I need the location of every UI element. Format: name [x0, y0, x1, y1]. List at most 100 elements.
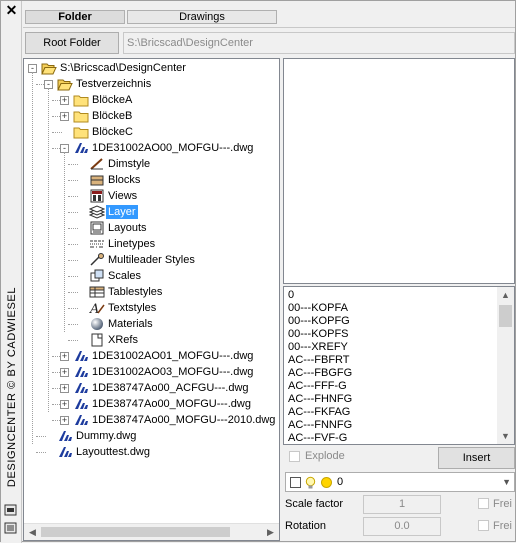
tree-node[interactable]: Scales [24, 268, 279, 284]
tree-node[interactable]: Dummy.dwg [24, 428, 279, 444]
tree-node-label[interactable]: BlöckeB [90, 109, 134, 123]
tree-node[interactable]: +1DE38747Ao00_ACFGU---.dwg [24, 380, 279, 396]
scroll-right-icon[interactable]: ▶ [262, 524, 279, 540]
tree-node[interactable]: Blocks [24, 172, 279, 188]
scroll-thumb[interactable] [499, 305, 512, 327]
expand-icon[interactable]: + [60, 368, 69, 377]
list-item[interactable]: AC---FFF-G [288, 380, 347, 393]
expand-icon[interactable]: + [60, 384, 69, 393]
list-item[interactable]: 00---KOPFA [288, 302, 348, 315]
tree-node[interactable]: Views [24, 188, 279, 204]
close-icon[interactable]: ✕ [4, 3, 19, 18]
folder-tree[interactable]: - S:\Bricscad\DesignCenter - Testverzeichni… [23, 58, 280, 541]
tree-node-label[interactable]: BlöckeA [90, 93, 134, 107]
tree-node-label[interactable]: 1DE31002AO01_MOFGU---.dwg [90, 349, 255, 363]
tree-node[interactable]: XRefs [24, 332, 279, 348]
tree-node-label[interactable]: Dummy.dwg [74, 429, 138, 443]
list-item[interactable]: 0 [288, 289, 294, 302]
tree-node[interactable]: - S:\Bricscad\DesignCenter [24, 60, 279, 76]
rotation-free-checkbox[interactable] [478, 520, 489, 531]
tree-node-label[interactable]: Linetypes [106, 237, 157, 251]
tree-node[interactable]: +1DE38747Ao00_MOFGU---2010.dwg [24, 412, 279, 428]
expand-icon[interactable]: + [60, 400, 69, 409]
tree-node[interactable]: - Testverzeichnis [24, 76, 279, 92]
tree-node-label[interactable]: S:\Bricscad\DesignCenter [58, 61, 188, 75]
root-folder-button[interactable]: Root Folder [25, 32, 119, 54]
tree-node-label[interactable]: Blocks [106, 173, 142, 187]
expand-icon[interactable]: + [60, 352, 69, 361]
tree-node-label[interactable]: Tablestyles [106, 285, 164, 299]
expand-icon[interactable]: + [60, 96, 69, 105]
list-item[interactable]: 00---XREFY [288, 341, 348, 354]
tree-node[interactable]: Layer [24, 204, 279, 220]
tree-node[interactable]: Linetypes [24, 236, 279, 252]
expand-icon[interactable]: + [60, 416, 69, 425]
layer-list[interactable]: 0 00---KOPFA 00---KOPFG 00---KOPFS 00---XREF… [283, 286, 515, 445]
insert-button[interactable]: Insert [438, 447, 515, 469]
tree-node[interactable]: +1DE38747Ao00_MOFGU---.dwg [24, 396, 279, 412]
tree-node-label[interactable]: Testverzeichnis [74, 77, 153, 91]
tree-node-label[interactable]: Layer [106, 205, 138, 219]
tree-node[interactable]: Dimstyle [24, 156, 279, 172]
tree-node[interactable]: Layouts [24, 220, 279, 236]
scroll-down-icon[interactable]: ▼ [497, 428, 514, 444]
tree-node[interactable]: Materials [24, 316, 279, 332]
xrefs-icon [89, 333, 105, 347]
tree-node-label[interactable]: 1DE38747Ao00_ACFGU---.dwg [90, 381, 251, 395]
scroll-thumb[interactable] [41, 527, 230, 537]
list-item[interactable]: 00---KOPFS [288, 328, 349, 341]
tree-node-label[interactable]: Views [106, 189, 139, 203]
list-item[interactable]: 00---KOPFG [288, 315, 350, 328]
tree-node[interactable]: BlöckeC [24, 124, 279, 140]
tree-node-label[interactable]: Textstyles [106, 301, 158, 315]
tree-node-label[interactable]: 1DE31002AO00_MOFGU---.dwg [90, 141, 255, 155]
multileader-icon [89, 253, 105, 267]
tree-node[interactable]: -1DE31002AO00_MOFGU---.dwg [24, 140, 279, 156]
rotation-label: Rotation [285, 520, 326, 532]
tree-node[interactable]: A Textstyles [24, 300, 279, 317]
tree-node-label[interactable]: Layouts [106, 221, 149, 235]
tree-node-label[interactable]: 1DE38747Ao00_MOFGU---.dwg [90, 397, 253, 411]
tree-node-label[interactable]: XRefs [106, 333, 140, 347]
explode-checkbox[interactable] [289, 451, 300, 462]
pin-icon[interactable] [4, 504, 17, 516]
tree-node[interactable]: Tablestyles [24, 284, 279, 300]
tree-node-label[interactable]: BlöckeC [90, 125, 135, 139]
tree-node-label[interactable]: 1DE31002AO03_MOFGU---.dwg [90, 365, 255, 379]
tree-node-label[interactable]: Multileader Styles [106, 253, 197, 267]
tree-node-label[interactable]: Dimstyle [106, 157, 152, 171]
linetypes-icon [89, 237, 105, 251]
tree-node[interactable]: + BlöckeA [24, 92, 279, 108]
list-item[interactable]: AC---FHNFG [288, 393, 352, 406]
list-item[interactable]: AC---FKFAG [288, 406, 350, 419]
tree-node[interactable]: +1DE31002AO03_MOFGU---.dwg [24, 364, 279, 380]
tree-node[interactable]: + BlöckeB [24, 108, 279, 124]
tab-folder[interactable]: Folder [25, 10, 125, 24]
menu-icon[interactable] [4, 522, 17, 534]
rotation-field[interactable]: 0.0 [363, 517, 441, 536]
list-item[interactable]: AC---FBGFG [288, 367, 352, 380]
list-item[interactable]: AC---FBFRT [288, 354, 350, 367]
tree-node-label[interactable]: 1DE38747Ao00_MOFGU---2010.dwg [90, 413, 277, 427]
vertical-scrollbar[interactable]: ▲ ▼ [497, 287, 514, 444]
views-icon [89, 189, 105, 203]
tree-node[interactable]: +1DE31002AO01_MOFGU---.dwg [24, 348, 279, 364]
tree-node[interactable]: Multileader Styles [24, 252, 279, 268]
list-item[interactable]: AC---FVF-G [288, 432, 347, 444]
horizontal-scrollbar[interactable]: ◀ ▶ [24, 523, 279, 540]
tab-drawings[interactable]: Drawings [127, 10, 277, 24]
layer-select[interactable]: 0 ▼ [285, 472, 515, 492]
folder-icon [73, 125, 89, 139]
scroll-left-icon[interactable]: ◀ [24, 524, 41, 540]
chevron-down-icon[interactable]: ▼ [502, 475, 511, 490]
list-item[interactable]: AC---FNNFG [288, 419, 352, 432]
scroll-up-icon[interactable]: ▲ [497, 287, 514, 303]
expand-icon[interactable]: + [60, 112, 69, 121]
scale-free-checkbox[interactable] [478, 498, 489, 509]
tree-node[interactable]: Layouttest.dwg [24, 444, 279, 460]
tree-node-label[interactable]: Materials [106, 317, 155, 331]
tree-node-label[interactable]: Layouttest.dwg [74, 445, 152, 459]
tree-node-label[interactable]: Scales [106, 269, 143, 283]
scale-factor-field[interactable]: 1 [363, 495, 441, 514]
tree-connector [68, 244, 78, 245]
